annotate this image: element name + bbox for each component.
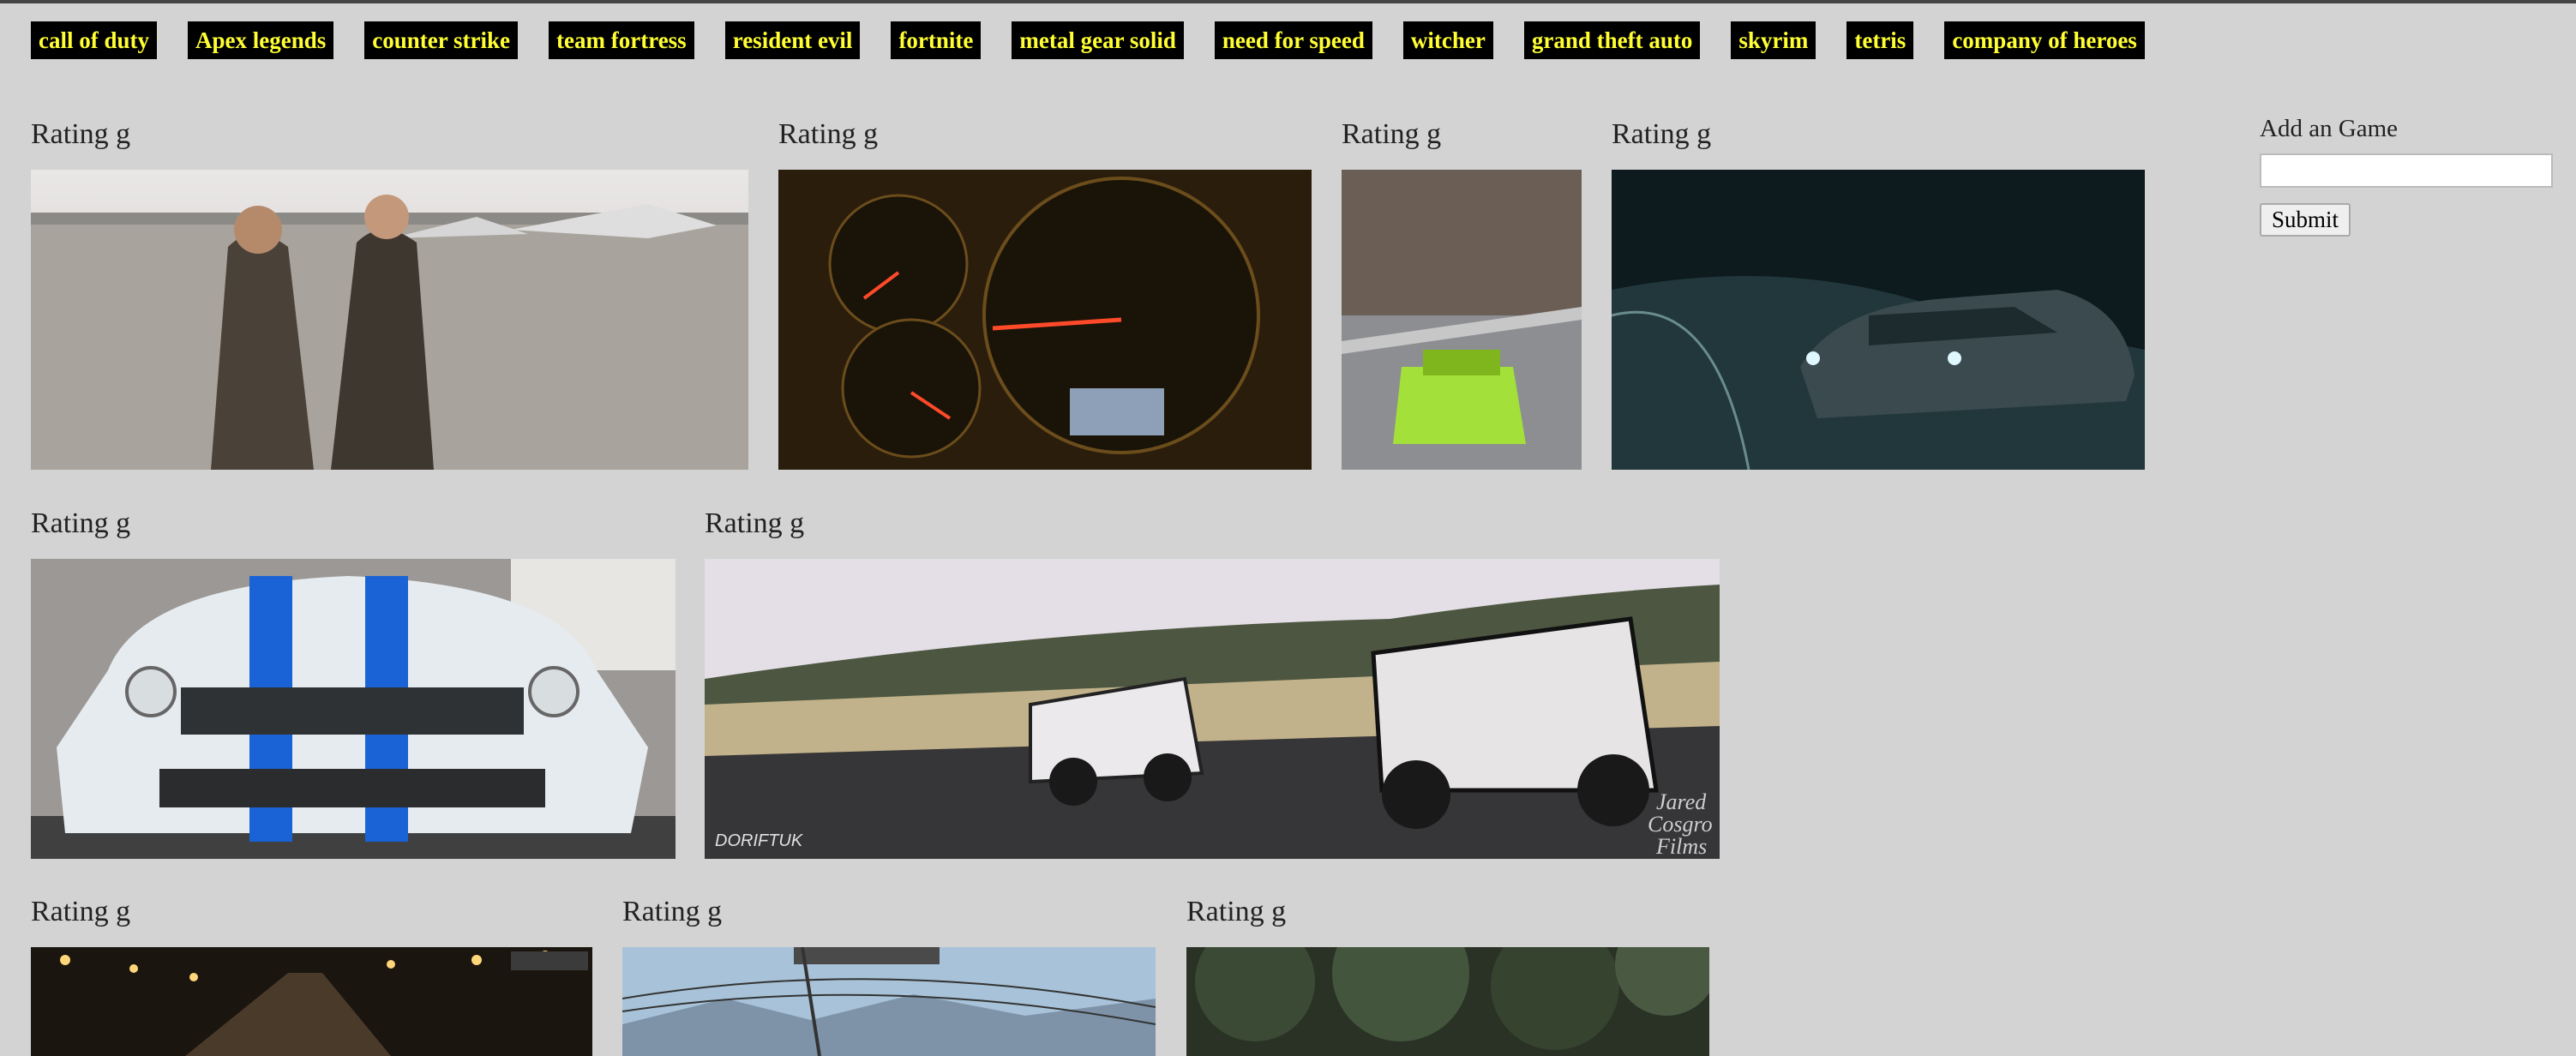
car-drifting-at-night-image [1612, 170, 2145, 470]
add-game-label: Add an Game [2260, 115, 2399, 142]
add-game-form: Add an Game Submit [2260, 115, 2553, 237]
game-button-apex-legends[interactable]: Apex legends [188, 21, 334, 59]
gif-card: Rating g [778, 117, 1312, 470]
gif-card: Rating g DORIFTUK Jared Cosgro Films [705, 507, 1720, 859]
speedometer-dashboard-image [778, 170, 1312, 470]
gif-card: Rating g [1342, 117, 1582, 470]
game-button-grand-theft-auto[interactable]: grand theft auto [1523, 21, 1701, 59]
watermark-dorifto: DORIFTUK [715, 831, 804, 850]
submit-button[interactable]: Submit [2260, 203, 2351, 237]
game-buttons: call of duty Apex legends counter strike… [31, 21, 2145, 59]
watermark-films: Films [1655, 834, 1707, 859]
rating-label: Rating g [1186, 896, 1287, 927]
game-button-tetris[interactable]: tetris [1846, 21, 1914, 59]
rating-label: Rating g [622, 896, 723, 927]
game-button-resident-evil[interactable]: resident evil [724, 21, 861, 59]
pilots-walking-on-runway-image [31, 170, 748, 470]
rating-label: Rating g [778, 118, 879, 150]
game-button-skyrim[interactable]: skyrim [1731, 21, 1816, 59]
rating-label: Rating g [31, 896, 131, 927]
rating-label: Rating g [31, 507, 131, 539]
watermark-cosgro: Cosgro [1648, 812, 1713, 837]
white-mustang-blue-stripes-image [31, 559, 676, 859]
add-game-input[interactable] [2260, 153, 2553, 188]
green-car-racing-game-image [1342, 170, 1582, 470]
rating-label: Rating g [1342, 118, 1442, 150]
game-button-witcher[interactable]: witcher [1402, 21, 1493, 59]
game-button-need-for-speed[interactable]: need for speed [1214, 21, 1372, 59]
game-button-company-of-heroes[interactable]: company of heroes [1944, 21, 2145, 59]
game-button-metal-gear-solid[interactable]: metal gear solid [1012, 21, 1184, 59]
gif-card: Rating g [31, 117, 748, 470]
rating-label: Rating g [705, 507, 805, 539]
two-cars-drifting-image: DORIFTUK Jared Cosgro Films [705, 559, 1720, 859]
game-button-call-of-duty[interactable]: call of duty [31, 21, 158, 59]
rating-label: Rating g [31, 118, 131, 150]
gif-card: Rating g [622, 895, 1156, 1056]
gif-card: Rating g [31, 507, 676, 859]
night-street-lights-image [31, 947, 592, 1056]
gif-card: Rating g [31, 895, 592, 1056]
game-button-counter-strike[interactable]: counter strike [364, 21, 519, 59]
game-button-fortnite[interactable]: fortnite [891, 21, 982, 59]
dark-trees-image [1186, 947, 1709, 1056]
game-button-team-fortress[interactable]: team fortress [549, 21, 694, 59]
rating-label: Rating g [1612, 118, 1712, 150]
watermark-jared: Jared [1656, 789, 1707, 814]
mountain-power-lines-image [622, 947, 1156, 1056]
gif-card: Rating g [1186, 895, 1709, 1056]
gif-card: Rating g [1612, 117, 2145, 470]
